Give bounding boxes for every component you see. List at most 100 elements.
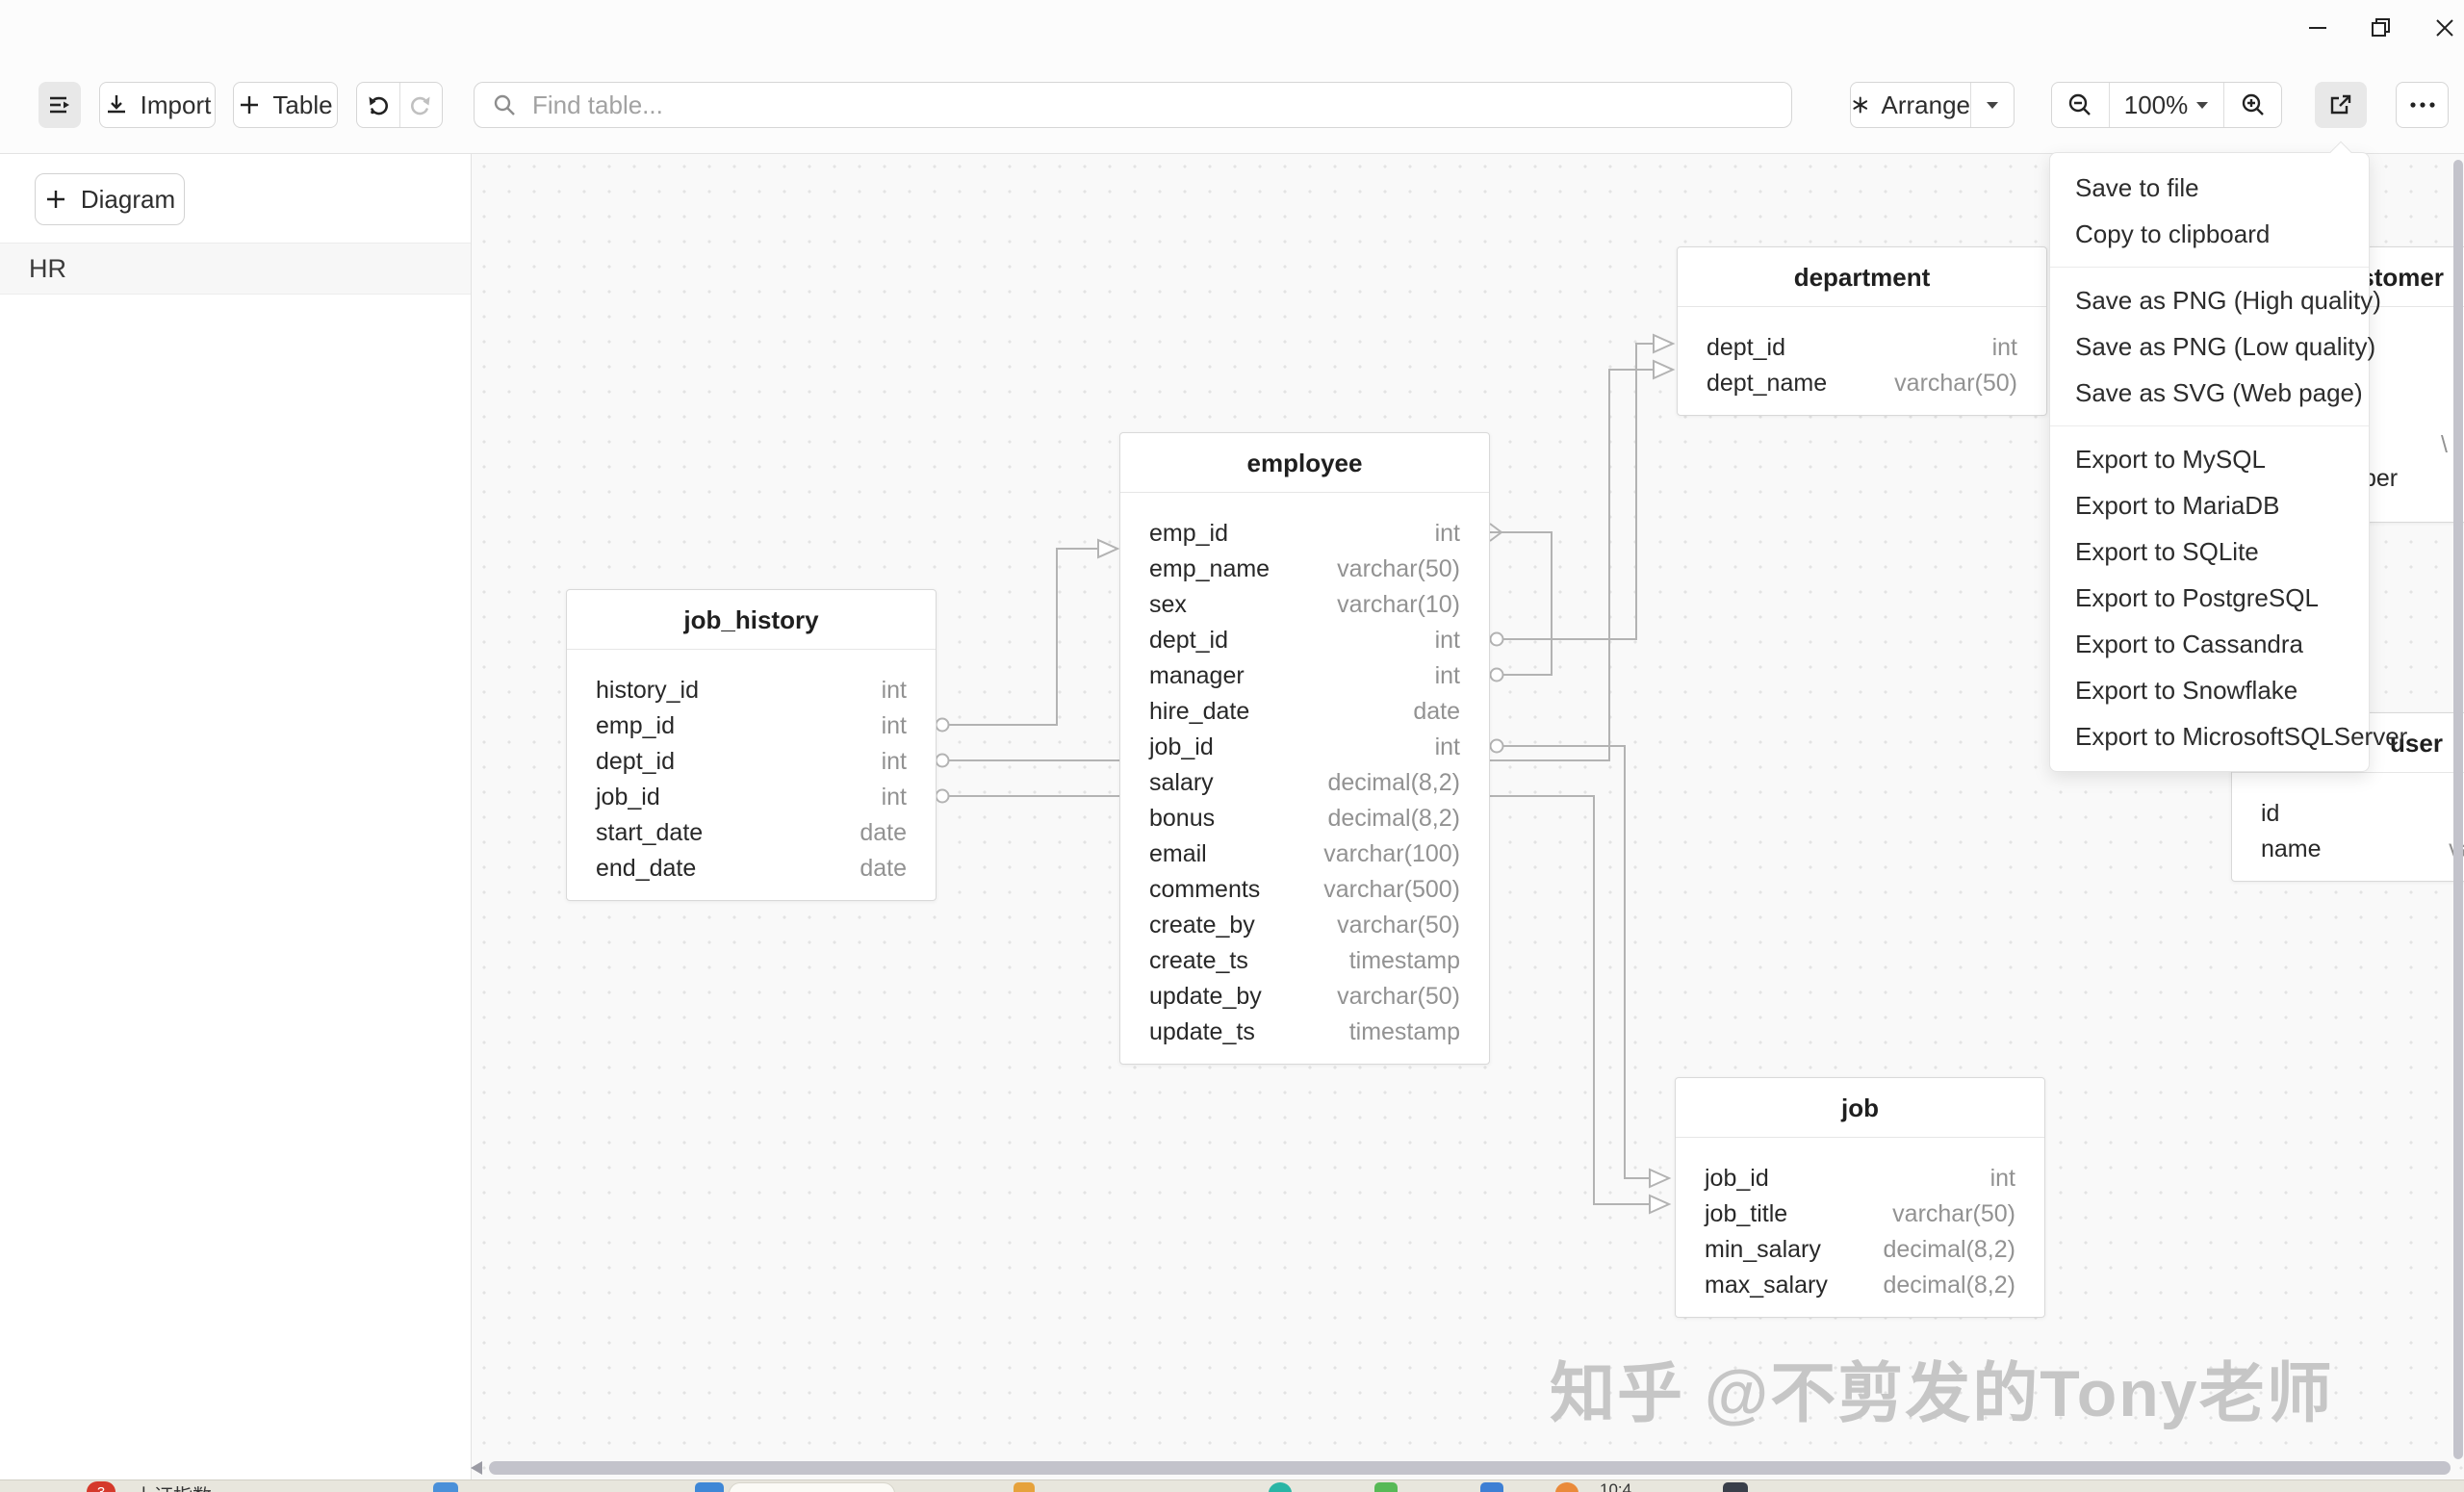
zoom-out-button[interactable]	[2052, 83, 2109, 127]
table-field-row[interactable]: idbigint	[2232, 796, 2464, 832]
table-field-row[interactable]: bonusdecimal(8,2)	[1120, 801, 1489, 836]
taskbar-app-icon-5[interactable]	[1480, 1482, 1503, 1492]
table-field-row[interactable]: update_byvarchar(50)	[1120, 979, 1489, 1015]
restore-button[interactable]	[2360, 10, 2402, 46]
search-input[interactable]	[530, 90, 1774, 121]
table-field-row[interactable]: emp_idint	[1120, 516, 1489, 552]
stock-ticker-label: 上证指数	[135, 1480, 212, 1492]
taskbar-app-icon-1[interactable]	[695, 1482, 724, 1492]
table-title: job	[1676, 1078, 2044, 1138]
table-field-row[interactable]: job_idint	[567, 780, 936, 815]
arrange-caret-button[interactable]	[1971, 83, 2014, 127]
taskbar-app-icon-7[interactable]	[1723, 1482, 1748, 1492]
taskbar-app-icon-0[interactable]	[433, 1482, 458, 1492]
windows-taskbar[interactable]: 3 上证指数 10:4	[0, 1479, 2464, 1492]
horizontal-scrollbar[interactable]	[489, 1461, 2451, 1475]
minimize-icon	[2305, 15, 2330, 40]
zoom-level-dropdown[interactable]: 100%	[2110, 83, 2224, 127]
field-name: start_date	[596, 815, 703, 851]
hscroll-left-arrow[interactable]	[471, 1461, 482, 1475]
field-name: salary	[1149, 765, 1214, 801]
menu-item-export-to-microsoftsqlserver[interactable]: Export to MicrosoftSQLServer	[2050, 713, 2369, 759]
sidebar-toggle-button[interactable]	[38, 82, 81, 128]
close-button[interactable]	[2424, 10, 2464, 46]
zoom-group: 100%	[2051, 82, 2282, 128]
menu-item-save-to-file[interactable]: Save to file	[2050, 165, 2369, 211]
vertical-scrollbar[interactable]	[2453, 160, 2463, 1459]
field-type: int	[1435, 658, 1460, 694]
field-type: date	[860, 851, 907, 887]
table-field-row[interactable]: commentsvarchar(500)	[1120, 872, 1489, 908]
menu-item-save-as-png-low-quality-[interactable]: Save as PNG (Low quality)	[2050, 323, 2369, 370]
external-link-icon	[2328, 92, 2353, 117]
table-field-row[interactable]: emp_name varchar(50)	[1120, 552, 1489, 587]
arrange-label: Arrange	[1882, 90, 1971, 120]
titlebar	[0, 0, 2464, 54]
field-name: emp_name	[1149, 552, 1270, 587]
taskbar-app-icon-2[interactable]	[1014, 1482, 1035, 1492]
table-field-row[interactable]: managerint	[1120, 658, 1489, 694]
more-options-button[interactable]	[2396, 82, 2449, 128]
menu-item-export-to-snowflake[interactable]: Export to Snowflake	[2050, 667, 2369, 713]
taskbar-search-pill[interactable]	[729, 1482, 895, 1492]
table-field-row[interactable]: start_datedate	[567, 815, 936, 851]
table-field-row[interactable]: hire_datedate	[1120, 694, 1489, 730]
table-field-row[interactable]: emailvarchar(100)	[1120, 836, 1489, 872]
export-button[interactable]	[2315, 82, 2367, 128]
field-type: varchar(50)	[1337, 908, 1460, 943]
plus-icon	[44, 188, 67, 211]
table-field-row[interactable]: dept_idint	[1120, 623, 1489, 658]
table-field-row[interactable]: dept_namevarchar(50)	[1678, 366, 2046, 401]
table-field-row[interactable]: end_datedate	[567, 851, 936, 887]
menu-item-save-as-png-high-quality-[interactable]: Save as PNG (High quality)	[2050, 277, 2369, 323]
zoom-in-button[interactable]	[2224, 83, 2281, 127]
table-field-row[interactable]: emp_idint	[567, 708, 936, 744]
table-search-field[interactable]	[474, 82, 1792, 128]
taskbar-app-icon-6[interactable]	[1555, 1482, 1578, 1492]
menu-item-export-to-cassandra[interactable]: Export to Cassandra	[2050, 621, 2369, 667]
table-field-row[interactable]: update_tstimestamp	[1120, 1015, 1489, 1050]
sidebar-item-hr[interactable]: HR	[0, 243, 471, 295]
table-field-row[interactable]: create_tstimestamp	[1120, 943, 1489, 979]
sidebar: Diagram HR	[0, 154, 472, 1479]
field-name: job_id	[1705, 1161, 1769, 1196]
table-field-row[interactable]: job_idint	[1676, 1161, 2044, 1196]
zoom-level-value: 100%	[2124, 90, 2189, 120]
db-table-job[interactable]: job job_idintjob_titlevarchar(50)min_sala…	[1675, 1077, 2045, 1318]
add-diagram-button[interactable]: Diagram	[35, 173, 185, 225]
menu-item-export-to-mariadb[interactable]: Export to MariaDB	[2050, 482, 2369, 528]
table-field-row[interactable]: sexvarchar(10)	[1120, 587, 1489, 623]
taskbar-app-icon-3[interactable]	[1269, 1482, 1292, 1492]
table-field-row[interactable]: namevarchar(50)	[2232, 832, 2464, 867]
menu-item-save-as-svg-web-page-[interactable]: Save as SVG (Web page)	[2050, 370, 2369, 416]
table-field-row[interactable]: dept_idint	[1678, 330, 2046, 366]
table-field-row[interactable]: max_salarydecimal(8,2)	[1676, 1268, 2044, 1303]
close-icon	[2432, 15, 2457, 40]
table-field-row[interactable]: salarydecimal(8,2)	[1120, 765, 1489, 801]
import-button[interactable]: Import	[99, 82, 216, 128]
table-field-row[interactable]: job_titlevarchar(50)	[1676, 1196, 2044, 1232]
table-field-row[interactable]: history_idint	[567, 673, 936, 708]
add-table-button[interactable]: Table	[233, 82, 338, 128]
redo-button[interactable]	[400, 83, 442, 127]
table-field-row[interactable]: create_byvarchar(50)	[1120, 908, 1489, 943]
field-name: max_salary	[1705, 1268, 1828, 1303]
field-type: varchar(50)	[1337, 552, 1460, 587]
zoom-out-icon	[2066, 91, 2093, 118]
menu-item-export-to-sqlite[interactable]: Export to SQLite	[2050, 528, 2369, 575]
undo-button[interactable]	[357, 83, 399, 127]
minimize-button[interactable]	[2297, 10, 2339, 46]
taskbar-app-icon-4[interactable]	[1374, 1482, 1398, 1492]
menu-item-copy-to-clipboard[interactable]: Copy to clipboard	[2050, 211, 2369, 257]
db-table-department[interactable]: departmentdept_idintdept_namevarchar(50)	[1677, 246, 2047, 416]
table-field-row[interactable]: min_salarydecimal(8,2)	[1676, 1232, 2044, 1268]
menu-item-export-to-mysql[interactable]: Export to MySQL	[2050, 436, 2369, 482]
field-name: id	[2261, 796, 2279, 832]
menu-item-export-to-postgresql[interactable]: Export to PostgreSQL	[2050, 575, 2369, 621]
table-field-row[interactable]: dept_idint	[567, 744, 936, 780]
db-table-employee[interactable]: employeeemp_idintemp_namevarchar(50)sexv…	[1119, 432, 1490, 1065]
table-title: job_history	[567, 590, 936, 650]
table-field-row[interactable]: job_idint	[1120, 730, 1489, 765]
db-table-job_history[interactable]: job_history history_idintemp_idintdept_id…	[566, 589, 937, 901]
arrange-button[interactable]: Arrange	[1851, 83, 1970, 127]
